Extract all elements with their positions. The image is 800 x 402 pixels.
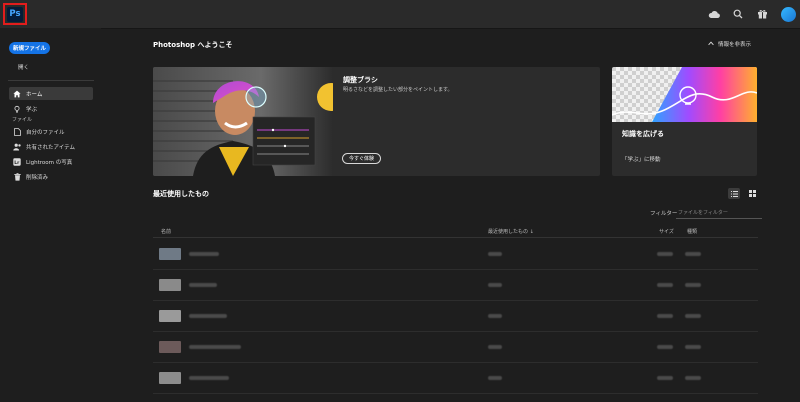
hide-info-label: 情報を非表示	[718, 42, 752, 48]
learn-illustration	[612, 67, 757, 122]
file-size	[657, 314, 673, 318]
open-button[interactable]: 開く	[18, 63, 29, 71]
file-thumbnail	[159, 279, 181, 291]
feature-card[interactable]: 調整ブラシ 明るさなどを調整したい部分をペイントします。 今すぐ体験	[153, 67, 600, 176]
feature-hero-image	[153, 67, 333, 176]
sidebar-item-label: 共有されたアイテム	[26, 144, 75, 151]
gift-icon[interactable]	[755, 7, 769, 21]
file-size	[657, 283, 673, 287]
avatar[interactable]	[781, 6, 796, 22]
sidebar-item-shared[interactable]: 共有されたアイテム	[9, 140, 93, 153]
file-last-used	[488, 314, 502, 318]
learn-title: 知識を広げる	[622, 130, 664, 138]
sidebar-divider	[8, 80, 94, 81]
column-name[interactable]: 名前	[161, 228, 171, 235]
sidebar-item-label: Lightroom の写真	[26, 159, 73, 166]
recent-title: 最近使用したもの	[153, 190, 209, 198]
top-icons	[697, 0, 800, 28]
sidebar-item-label: ホーム	[26, 91, 43, 98]
photoshop-logo[interactable]: Ps	[7, 6, 23, 22]
learn-card[interactable]: 知識を広げる 「学ぶ」に移動	[612, 67, 757, 176]
sidebar-item-home[interactable]: ホーム	[9, 87, 93, 100]
feature-description: 明るさなどを調整したい部分をペイントします。	[343, 87, 453, 93]
top-bar: Ps	[0, 0, 800, 29]
file-kind	[685, 314, 701, 318]
table-row[interactable]	[153, 238, 758, 270]
grid-view-button[interactable]	[746, 188, 758, 199]
file-name	[189, 252, 219, 256]
cloud-icon[interactable]	[707, 7, 721, 21]
sidebar-item-label: 自分のファイル	[26, 129, 65, 136]
search-icon[interactable]	[731, 7, 745, 21]
new-file-button[interactable]: 新規ファイル	[9, 42, 50, 54]
trash-icon	[12, 172, 22, 182]
main-content: Photoshop へようこそ 情報を非表示 調整ブラシ 明るさなどを調整したい…	[101, 28, 800, 402]
sidebar-item-label: 学ぶ	[26, 106, 38, 113]
file-size	[657, 376, 673, 380]
home-icon	[12, 89, 22, 99]
svg-text:Lr: Lr	[14, 160, 20, 166]
file-thumbnail	[159, 310, 181, 322]
list-icon	[730, 190, 738, 197]
sidebar-item-label: 削除済み	[26, 174, 49, 181]
file-name	[189, 376, 229, 380]
sidebar-section-files: ファイル	[12, 117, 33, 123]
file-kind	[685, 252, 701, 256]
table-row[interactable]	[153, 300, 758, 332]
try-now-button[interactable]: 今すぐ体験	[342, 153, 381, 164]
column-kind[interactable]: 種類	[687, 228, 697, 235]
file-size	[657, 252, 673, 256]
file-size	[657, 345, 673, 349]
file-last-used	[488, 252, 502, 256]
sidebar-item-my-files[interactable]: 自分のファイル	[9, 125, 93, 138]
hide-info-toggle[interactable]: 情報を非表示	[708, 40, 751, 48]
file-kind	[685, 345, 701, 349]
file-kind	[685, 283, 701, 287]
table-row[interactable]	[153, 362, 758, 394]
table-row[interactable]	[153, 269, 758, 301]
file-thumbnail	[159, 372, 181, 384]
file-kind	[685, 376, 701, 380]
chevron-up-icon	[708, 41, 714, 48]
filter-label: フィルター	[650, 211, 678, 217]
file-last-used	[488, 283, 502, 287]
file-last-used	[488, 345, 502, 349]
column-last-used[interactable]: 最近使用したもの ↓	[488, 228, 534, 235]
lightbulb-icon	[12, 104, 22, 114]
feature-title: 調整ブラシ	[343, 76, 378, 84]
file-name	[189, 345, 241, 349]
file-thumbnail	[159, 248, 181, 260]
sidebar-item-learn[interactable]: 学ぶ	[9, 102, 93, 115]
table-row[interactable]	[153, 331, 758, 363]
file-last-used	[488, 376, 502, 380]
photoshop-logo-highlight[interactable]: Ps	[3, 3, 27, 25]
page-title: Photoshop へようこそ	[153, 41, 233, 49]
list-view-button[interactable]	[728, 188, 740, 199]
file-name	[189, 314, 227, 318]
grid-icon	[748, 190, 756, 197]
filter-input[interactable]	[676, 207, 762, 219]
go-to-learn-link[interactable]: 「学ぶ」に移動	[622, 155, 661, 163]
file-name	[189, 283, 217, 287]
sidebar-item-lightroom[interactable]: Lr Lightroom の写真	[9, 155, 93, 168]
people-icon	[12, 142, 22, 152]
sidebar-item-deleted[interactable]: 削除済み	[9, 170, 93, 183]
file-icon	[12, 127, 22, 137]
column-size[interactable]: サイズ	[659, 228, 674, 235]
sidebar: 新規ファイル 開く ホーム 学ぶ ファイル 自分のファイル 共有されたアイテム …	[0, 28, 101, 402]
table-header: 名前 最近使用したもの ↓ サイズ 種類	[153, 226, 758, 238]
file-thumbnail	[159, 341, 181, 353]
lightroom-icon: Lr	[12, 157, 22, 167]
